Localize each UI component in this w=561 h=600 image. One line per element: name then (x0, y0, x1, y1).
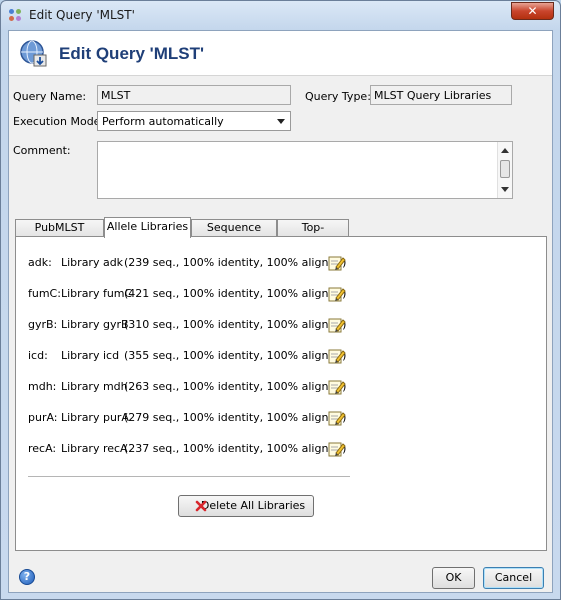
edit-icon[interactable] (328, 347, 346, 365)
library-name: Library gyrB (61, 318, 129, 331)
query-type-label: Query Type: (305, 90, 371, 103)
title-bar: Edit Query 'MLST' ✕ (1, 1, 560, 29)
library-name: Library mdh (61, 380, 128, 393)
scroll-thumb[interactable] (500, 160, 510, 178)
dialog-header: Edit Query 'MLST' (9, 31, 552, 76)
library-name: Library purA (61, 411, 129, 424)
library-stats: (355 seq., 100% identity, 100% aligned) (124, 349, 347, 362)
comment-scrollbar[interactable] (497, 142, 512, 198)
edit-icon[interactable] (328, 409, 346, 427)
dialog-window: Edit Query 'MLST' ✕ Edit Query 'MLST' Qu… (0, 0, 561, 600)
library-name: Library adk (61, 256, 124, 269)
library-key: recA: (28, 442, 57, 455)
library-name: Library icd (61, 349, 120, 362)
query-name-label: Query Name: (13, 90, 87, 103)
edit-icon[interactable] (328, 254, 346, 272)
dialog-client: Edit Query 'MLST' Query Name: MLST Query… (8, 30, 553, 593)
help-icon[interactable]: ? (19, 569, 35, 585)
library-key: fumC: (28, 287, 61, 300)
library-key: purA: (28, 411, 58, 424)
delete-all-label: Delete All Libraries (200, 499, 306, 512)
scroll-down-icon[interactable] (501, 187, 509, 192)
execution-mode-value: Perform automatically (102, 115, 224, 128)
execution-mode-label: Execution Mode: (13, 115, 105, 128)
query-edit-icon (20, 40, 47, 67)
edit-icon[interactable] (328, 440, 346, 458)
execution-mode-select[interactable]: Perform automatically (97, 111, 291, 131)
allele-libraries-panel: adk: Library adk (239 seq., 100% identit… (15, 236, 547, 551)
library-name: Library recA (61, 442, 128, 455)
library-stats: (310 seq., 100% identity, 100% aligned) (124, 318, 347, 331)
delete-all-libraries-button[interactable]: Delete All Libraries (178, 495, 314, 517)
page-title: Edit Query 'MLST' (59, 44, 205, 63)
tab-pubmlst-update[interactable]: PubMLST Update (15, 219, 104, 250)
delete-icon (195, 500, 207, 512)
edit-icon[interactable] (328, 378, 346, 396)
tab-top-matching[interactable]: Top-Matching (277, 219, 349, 250)
tab-allele-libraries[interactable]: Allele Libraries (104, 217, 191, 238)
library-key: gyrB: (28, 318, 58, 331)
cancel-button[interactable]: Cancel (483, 567, 544, 589)
tab-sequence-types[interactable]: Sequence Types (191, 219, 277, 250)
library-name: Library fumC (61, 287, 133, 300)
chevron-down-icon (277, 119, 285, 124)
comment-label: Comment: (13, 144, 71, 157)
ok-button[interactable]: OK (432, 567, 475, 589)
library-key: mdh: (28, 380, 57, 393)
library-stats: (421 seq., 100% identity, 100% aligned) (124, 287, 347, 300)
library-stats: (263 seq., 100% identity, 100% aligned) (124, 380, 347, 393)
query-type-field: MLST Query Libraries (370, 85, 512, 105)
library-stats: (239 seq., 100% identity, 100% aligned) (124, 256, 347, 269)
library-stats: (279 seq., 100% identity, 100% aligned) (124, 411, 347, 424)
close-button[interactable]: ✕ (511, 2, 554, 20)
edit-icon[interactable] (328, 285, 346, 303)
library-key: adk: (28, 256, 52, 269)
query-name-field: MLST (97, 85, 291, 105)
divider (28, 476, 350, 477)
comment-textarea[interactable] (97, 141, 513, 199)
edit-icon[interactable] (328, 316, 346, 334)
app-icon (9, 9, 23, 23)
library-key: icd: (28, 349, 48, 362)
scroll-up-icon[interactable] (501, 148, 509, 153)
library-stats: (237 seq., 100% identity, 100% aligned) (124, 442, 347, 455)
window-title: Edit Query 'MLST' (29, 8, 135, 22)
